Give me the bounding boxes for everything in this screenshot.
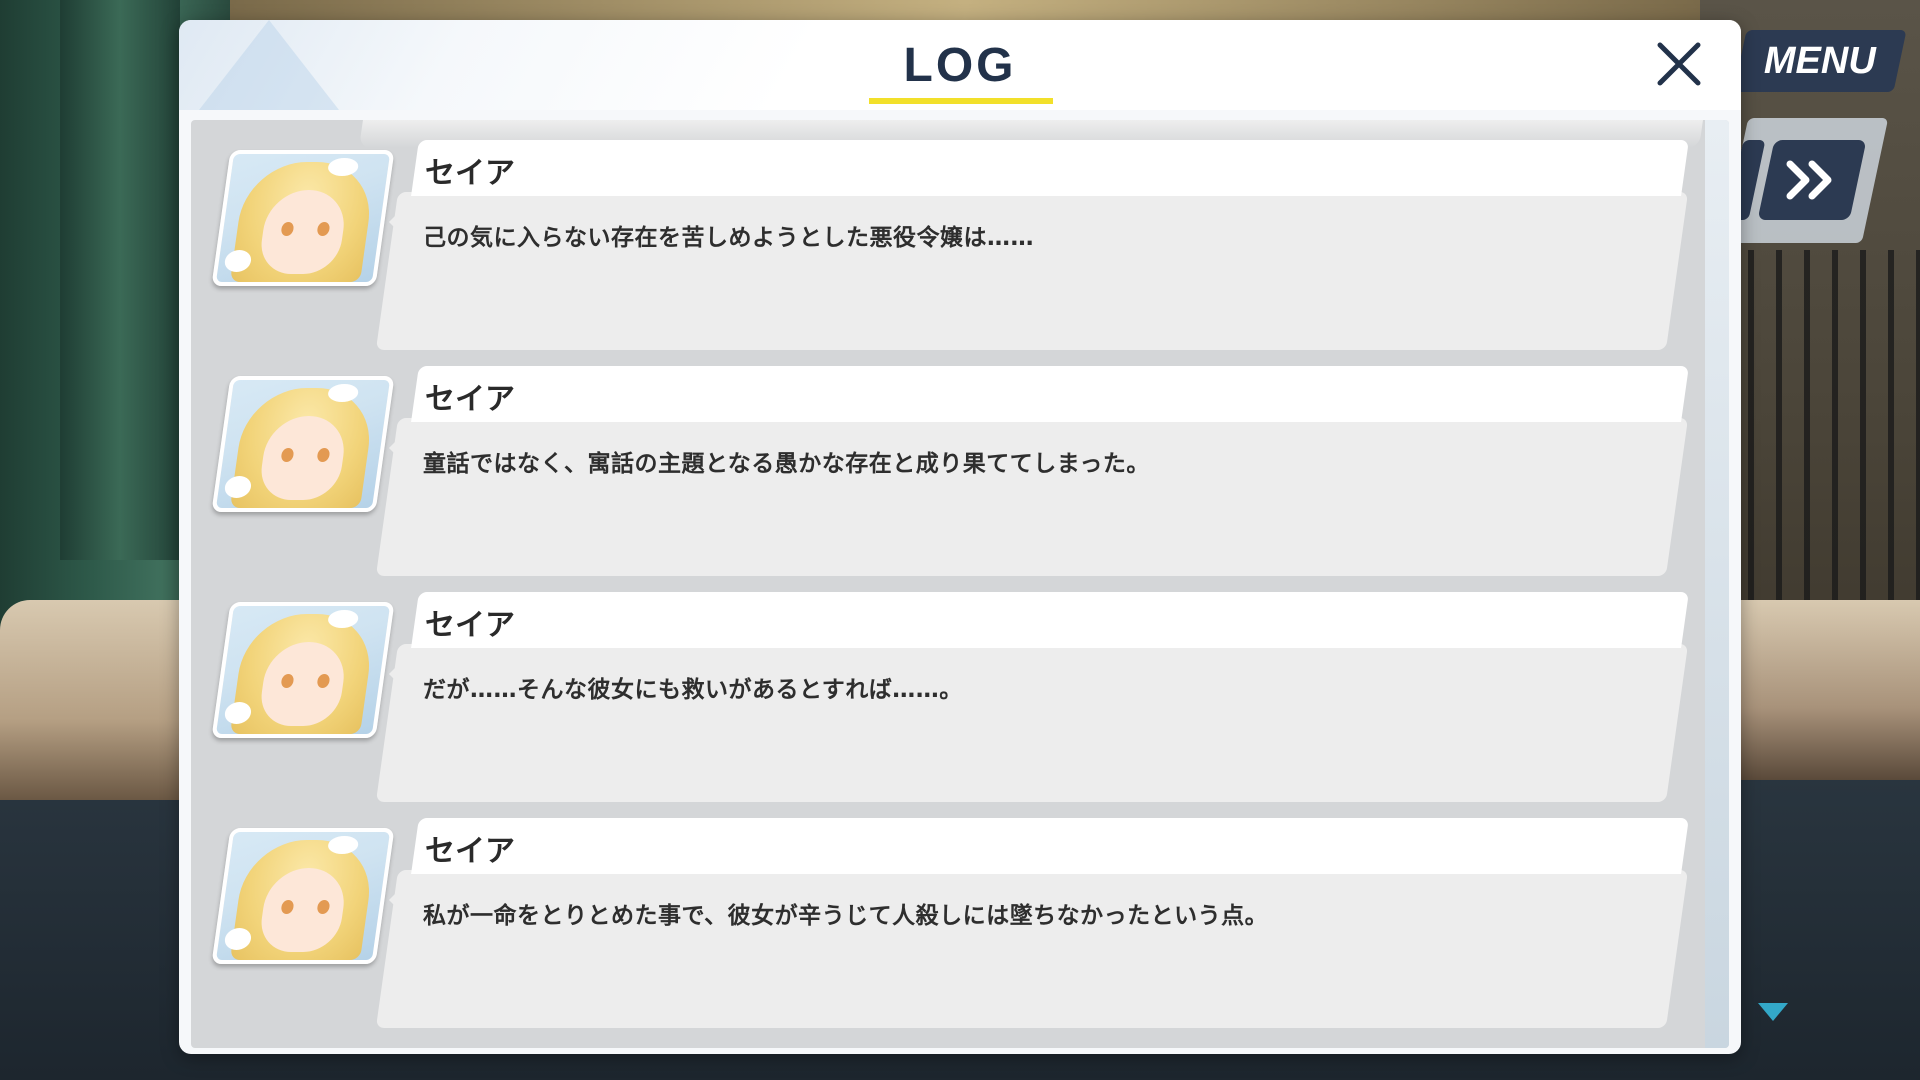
log-bubble: セイア 己の気に入らない存在を苦しめようとした悪役令嬢は…… (375, 140, 1689, 350)
menu-button[interactable]: MENU (1733, 30, 1907, 92)
background-gate (1720, 250, 1920, 650)
name-plate (411, 140, 1689, 196)
title-underline (869, 98, 1053, 104)
name-plate (411, 592, 1689, 648)
log-text: 己の気に入らない存在を苦しめようとした悪役令嬢は…… (423, 225, 1034, 251)
bubble-body (375, 870, 1689, 1028)
speaker-avatar (211, 150, 395, 286)
log-entry: セイア 私が一命をとりとめた事で、彼女が辛うじて人殺しには墜ちなかったという点。 (191, 818, 1729, 1028)
log-bubble: セイア 私が一命をとりとめた事で、彼女が辛うじて人殺しには墜ちなかったという点。 (375, 818, 1689, 1028)
fast-forward-icon (1786, 160, 1832, 200)
log-text: 私が一命をとりとめた事で、彼女が辛うじて人殺しには墜ちなかったという点。 (423, 903, 1269, 929)
name-plate (411, 366, 1689, 422)
background-sofa-right (1710, 600, 1920, 780)
close-icon (1657, 42, 1701, 86)
fast-forward-button[interactable] (1757, 140, 1867, 220)
bubble-body (375, 418, 1689, 576)
menu-button-label: MENU (1764, 39, 1876, 82)
speaker-name: セイア (425, 382, 515, 417)
speaker-name: セイア (425, 156, 515, 191)
log-entry: セイア 童話ではなく、寓話の主題となる愚かな存在と成り果ててしまった。 (191, 366, 1729, 576)
bubble-body (375, 192, 1689, 350)
chevron-down-icon[interactable] (1758, 1003, 1788, 1021)
log-text: だが……そんな彼女にも救いがあるとすれば……。 (423, 677, 963, 703)
log-list[interactable]: セイア 己の気に入らない存在を苦しめようとした悪役令嬢は…… セイア 童話ではな… (191, 120, 1729, 1048)
log-dialog: LOG セイア 己の気に入らない存在を苦しめようとした悪役令嬢は…… セイア 童… (179, 20, 1741, 1054)
log-text: 童話ではなく、寓話の主題となる愚かな存在と成り果ててしまった。 (423, 451, 1150, 477)
dialog-title: LOG (903, 39, 1017, 92)
log-entry: セイア だが……そんな彼女にも救いがあるとすれば……。 (191, 592, 1729, 802)
speaker-name: セイア (425, 834, 515, 869)
close-button[interactable] (1649, 34, 1709, 94)
background-pillar (60, 0, 180, 560)
speaker-avatar (211, 602, 395, 738)
bubble-body (375, 644, 1689, 802)
log-entry: セイア 己の気に入らない存在を苦しめようとした悪役令嬢は…… (191, 140, 1729, 350)
log-bubble: セイア 童話ではなく、寓話の主題となる愚かな存在と成り果ててしまった。 (375, 366, 1689, 576)
log-bubble: セイア だが……そんな彼女にも救いがあるとすれば……。 (375, 592, 1689, 802)
speaker-avatar (211, 828, 395, 964)
speaker-avatar (211, 376, 395, 512)
speaker-name: セイア (425, 608, 515, 643)
scrollbar[interactable] (1705, 120, 1729, 1048)
dialog-header: LOG (179, 20, 1741, 110)
name-plate (411, 818, 1689, 874)
